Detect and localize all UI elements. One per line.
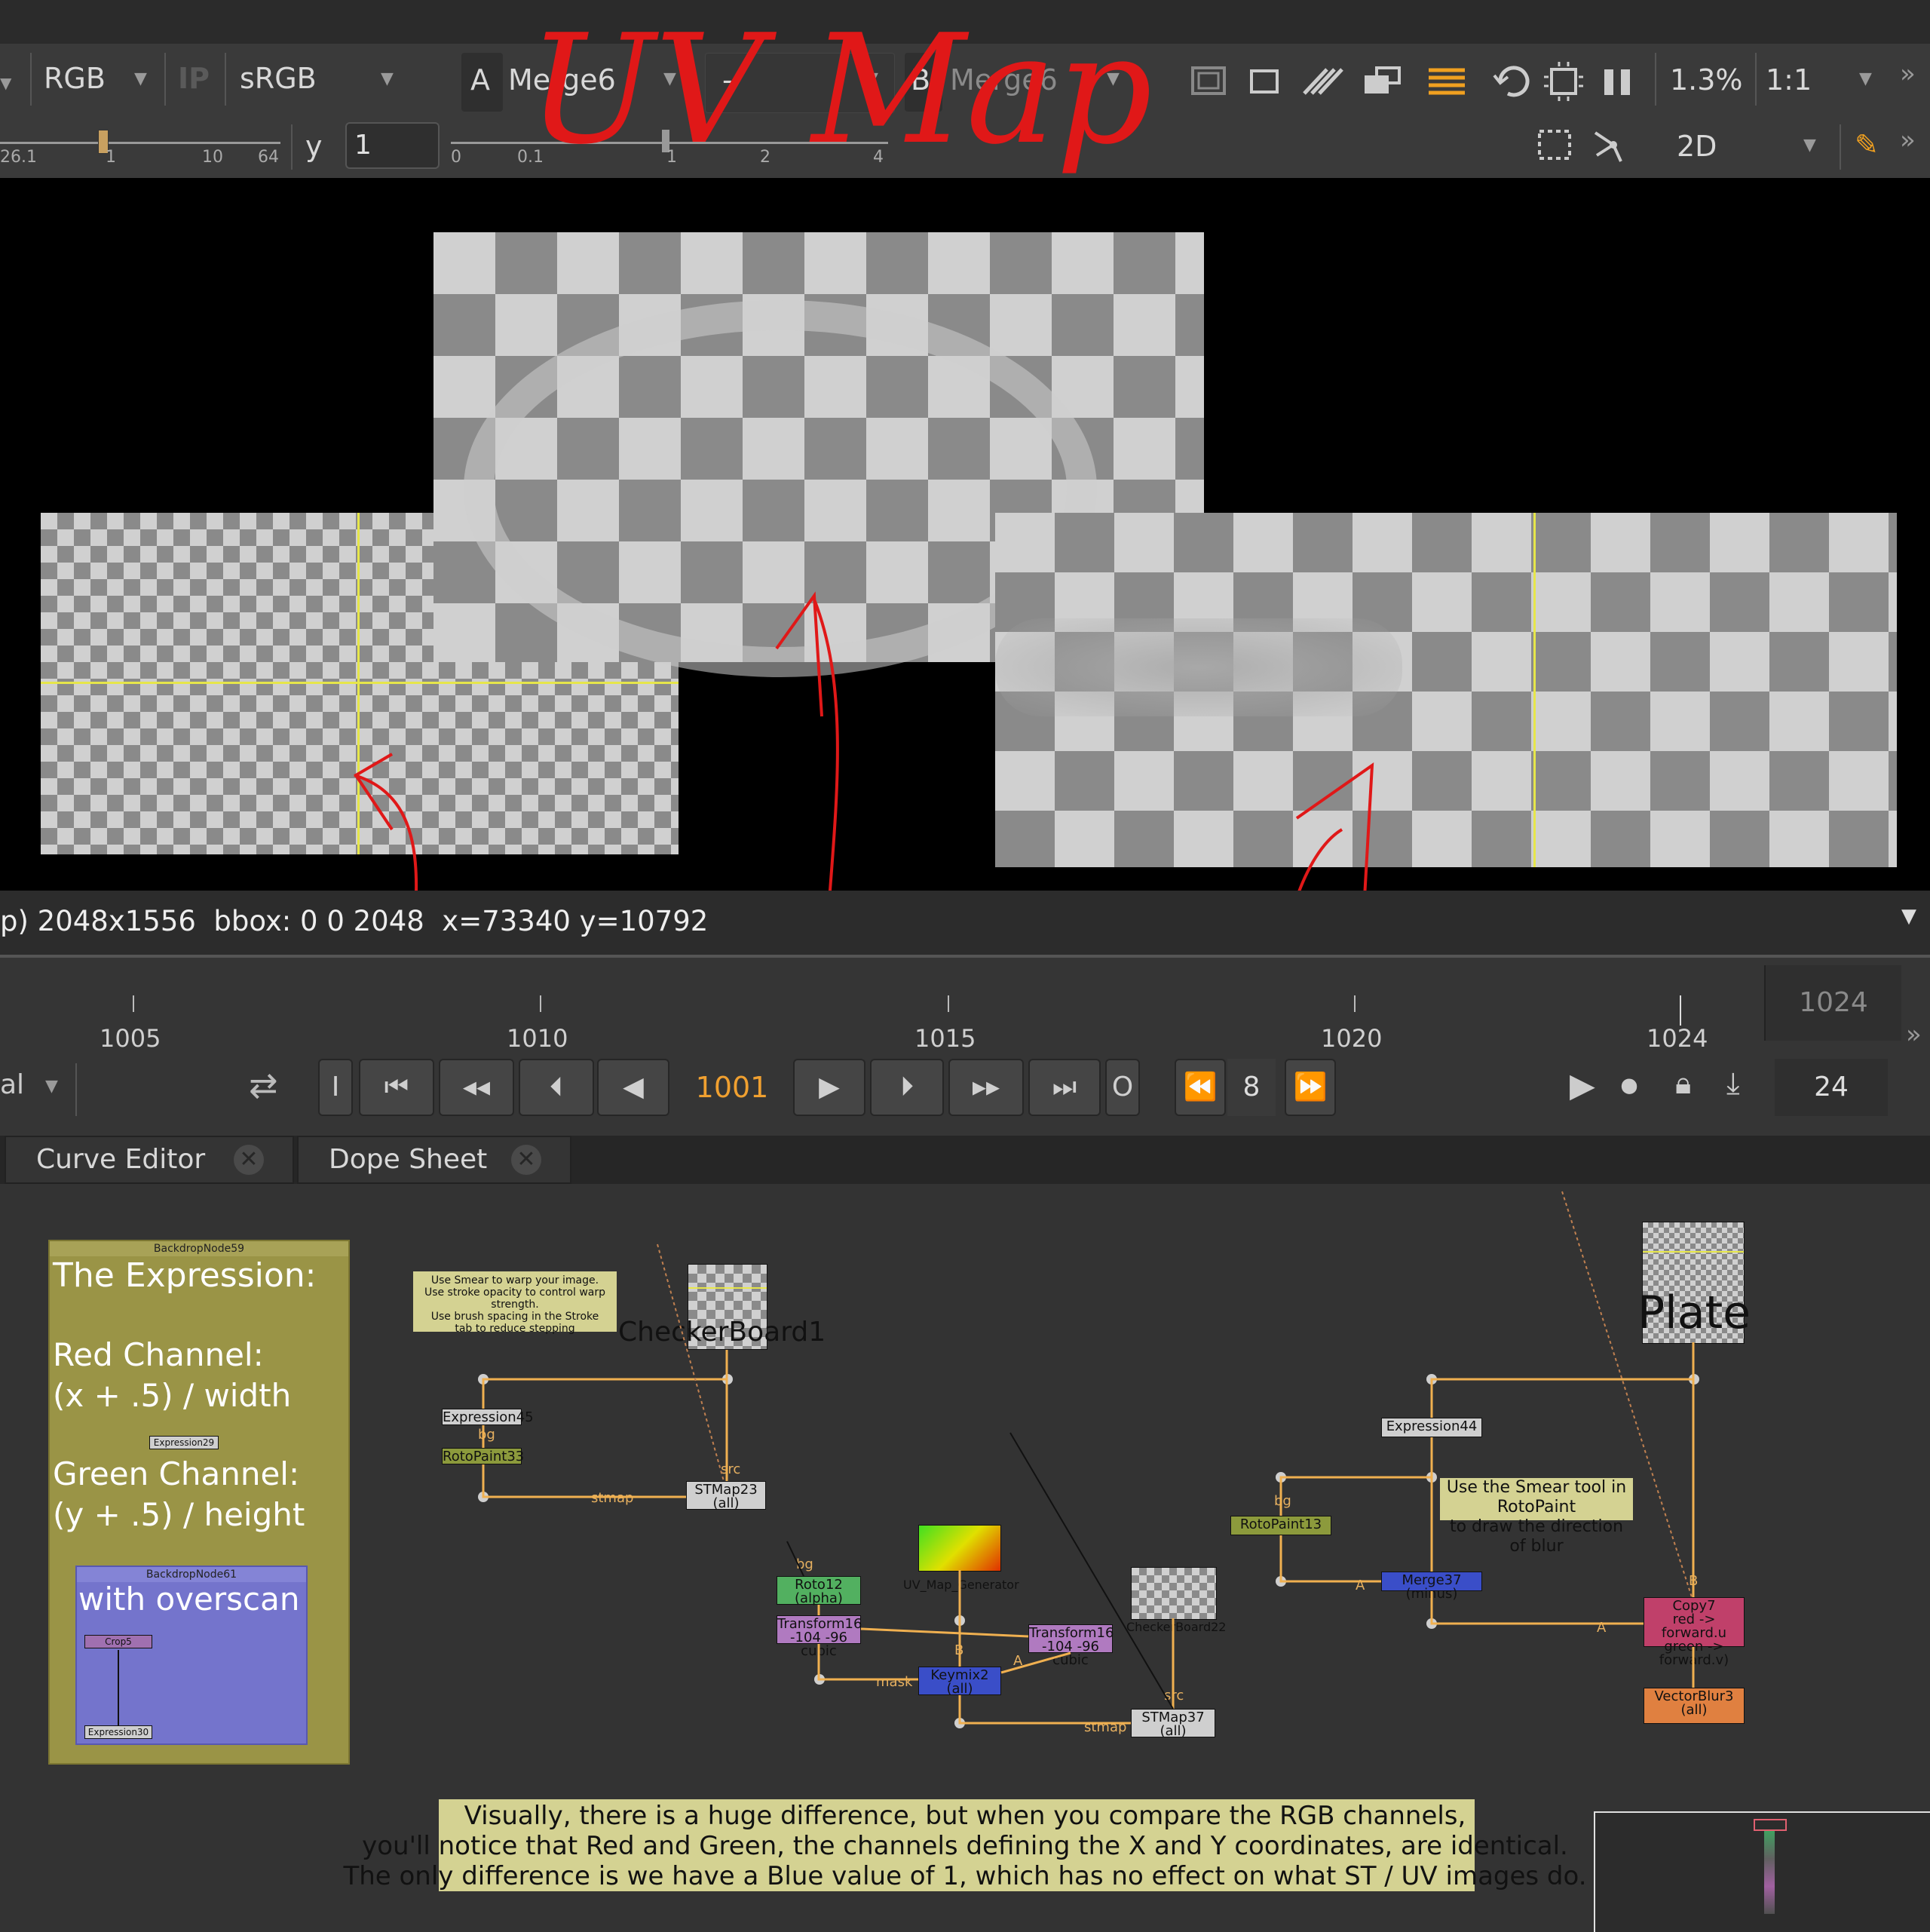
note-line: Visually, there is a huge difference, bu…: [464, 1801, 1466, 1831]
minimap-viewport[interactable]: [1754, 1819, 1787, 1831]
minimap-nodes: [1764, 1831, 1775, 1914]
note-line: you'll notice that Red and Green, the ch…: [362, 1831, 1568, 1861]
bottom-note-text: Visually, there is a huge difference, bu…: [302, 1801, 1628, 1891]
node-graph-minimap[interactable]: [1594, 1811, 1930, 1932]
note-line: The only difference is we have a Blue va…: [343, 1861, 1587, 1891]
node-connections: [482, 1191, 1695, 1725]
